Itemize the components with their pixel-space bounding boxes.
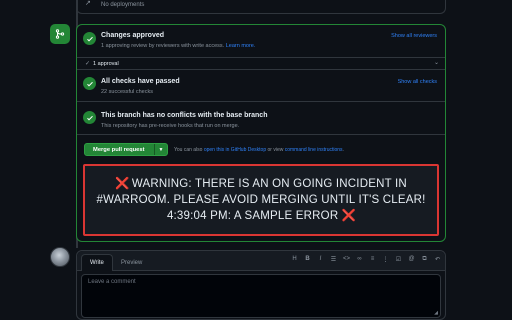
checks-title: All checks have passed (101, 78, 180, 85)
check-circle-icon (83, 111, 96, 124)
bold-icon[interactable]: B (304, 256, 311, 263)
mention-icon[interactable]: @ (408, 256, 415, 263)
resize-handle-icon[interactable]: ◢ (434, 310, 438, 316)
warning-text-1: WARNING: THERE IS AN ON GOING INCIDENT I… (131, 178, 407, 190)
triangle-down-icon[interactable]: ▼ (155, 147, 167, 153)
code-icon[interactable]: <> (343, 256, 350, 263)
warning-text-3: 4:39:04 PM: A SAMPLE ERROR (166, 210, 339, 222)
github-desktop-link[interactable]: open this in GitHub Desktop (204, 147, 266, 153)
merge-pull-request-button[interactable]: Merge pull request ▼ (84, 143, 168, 156)
show-all-checks-link[interactable]: Show all checks (398, 79, 437, 85)
chevron-down-icon: ⌄ (433, 60, 439, 66)
approval-count-row[interactable]: ✓ 1 approval ⌄ (77, 58, 445, 70)
link-icon[interactable]: ∞ (356, 256, 363, 263)
approval-subtitle: 1 approving review by reviewers with wri… (101, 43, 255, 49)
approval-section: Changes approved 1 approving review by r… (77, 25, 445, 58)
approval-count-label: 1 approval (93, 61, 119, 67)
approval-subtitle-text: 1 approving review by reviewers with wri… (101, 43, 225, 49)
quote-icon[interactable]: ☰ (330, 256, 337, 263)
check-circle-icon (83, 77, 96, 90)
alt-merge-options: You can also open this in GitHub Desktop… (174, 147, 344, 153)
alt-prefix: You can also (174, 147, 203, 153)
reply-icon[interactable]: ↶ (434, 256, 441, 263)
incident-warning-banner: ❌ WARNING: THERE IS AN ON GOING INCIDENT… (83, 164, 439, 236)
check-circle-icon (83, 32, 96, 45)
rocket-icon: ↗ (85, 0, 91, 7)
bulleted-list-icon[interactable]: ⋮ (382, 256, 389, 263)
comment-box: Write Preview H B I ☰ <> ∞ ≡ ⋮ ☑ @ ⧉ ↶ L… (76, 250, 446, 320)
deployments-row: ↗ No deployments (76, 0, 446, 14)
deployments-label: No deployments (101, 2, 145, 8)
red-x-icon: ❌ (115, 178, 129, 190)
warning-line-2: #WARROOM. PLEASE AVOID MERGING UNTIL IT'… (96, 194, 426, 206)
alt-suffix: . (342, 147, 344, 153)
heading-icon[interactable]: H (291, 256, 298, 263)
learn-more-link[interactable]: Learn more. (226, 43, 256, 49)
approval-title: Changes approved (101, 32, 165, 39)
comment-placeholder: Leave a comment (88, 279, 136, 285)
merge-box: Changes approved 1 approving review by r… (76, 24, 446, 242)
markdown-toolbar: H B I ☰ <> ∞ ≡ ⋮ ☑ @ ⧉ ↶ (291, 256, 441, 263)
conflicts-subtitle: This repository has pre-receive hooks th… (101, 123, 240, 129)
merge-button-label[interactable]: Merge pull request (85, 144, 155, 155)
command-line-link[interactable]: command line instructions (285, 147, 343, 153)
checks-section: All checks have passed 22 successful che… (77, 70, 445, 102)
task-list-icon[interactable]: ☑ (395, 256, 402, 263)
checks-subtitle: 22 successful checks (101, 89, 153, 95)
avatar[interactable] (50, 247, 70, 267)
show-all-reviewers-link[interactable]: Show all reviewers (391, 33, 437, 39)
check-icon: ✓ (85, 61, 91, 67)
reference-icon[interactable]: ⧉ (421, 256, 428, 263)
italic-icon[interactable]: I (317, 256, 324, 263)
tab-preview[interactable]: Preview (113, 254, 150, 271)
red-x-icon: ❌ (341, 210, 356, 222)
warning-line-1: ❌ WARNING: THERE IS AN ON GOING INCIDENT… (115, 176, 407, 192)
git-merge-icon (50, 24, 70, 44)
conflicts-title: This branch has no conflicts with the ba… (101, 112, 268, 119)
conflicts-section: This branch has no conflicts with the ba… (77, 102, 445, 135)
numbered-list-icon[interactable]: ≡ (369, 256, 376, 263)
comment-textarea[interactable]: Leave a comment ◢ (81, 274, 441, 318)
comment-tabs-bar: Write Preview H B I ☰ <> ∞ ≡ ⋮ ☑ @ ⧉ ↶ (77, 251, 445, 271)
alt-middle: or view (267, 147, 284, 153)
warning-line-3: 4:39:04 PM: A SAMPLE ERROR ❌ (166, 208, 356, 224)
tab-write[interactable]: Write (81, 254, 113, 271)
